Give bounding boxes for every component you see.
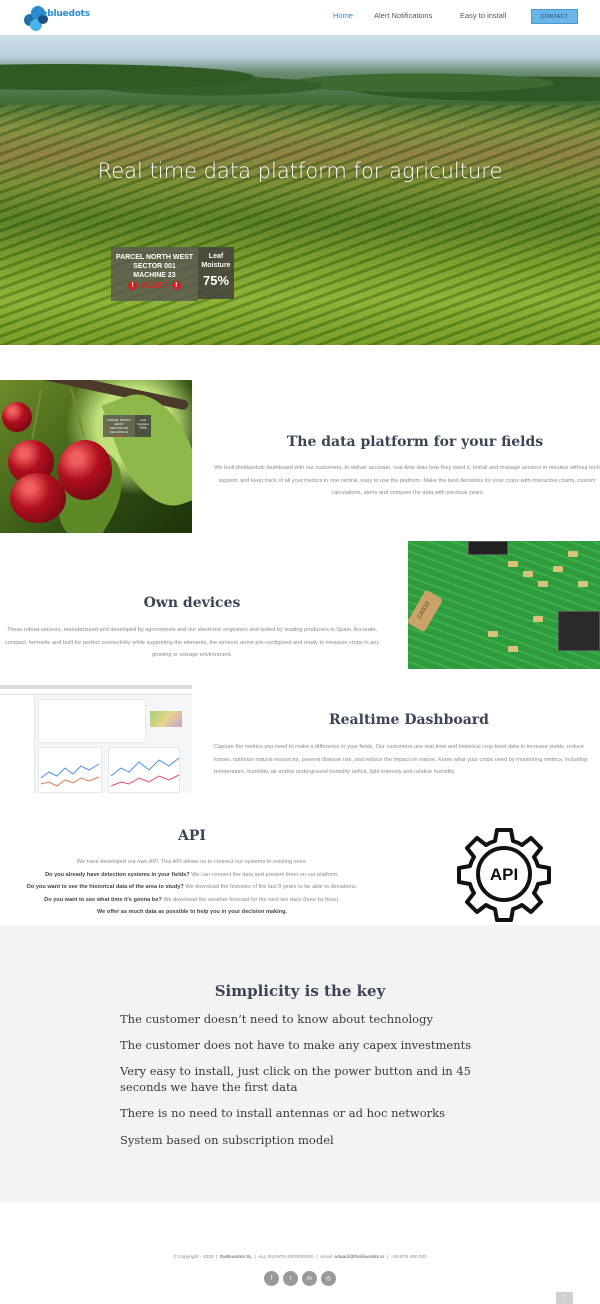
chip [468,541,508,555]
section-api-title: API [178,828,206,844]
mini-moisture-value: 75% [138,425,147,430]
chip-label: CAS10 [416,600,432,621]
footer-rights: ALL RIGHTS RESERVED [258,1255,314,1260]
pad [508,646,518,652]
site-header: thebluedots Home Alert Notifications Eas… [0,0,600,35]
api-line-text: We have developed our own API. This API … [76,859,308,865]
mini-alert-card: PARCEL NORTH WEST SECTOR 001 MACHINE 23 … [103,415,135,438]
api-gear-icon: API [457,828,551,922]
stem [70,387,85,437]
simplicity-title: Simplicity is the key [214,982,386,1000]
hero-trees [0,53,600,113]
chip [558,611,600,651]
footer-phone[interactable]: +34 678 450 030 [391,1255,427,1260]
pad [523,571,533,577]
nav-easy-to-install[interactable]: Easy to install [460,11,506,20]
section-devices-title: Own devices [143,595,241,611]
alert-warning-icon: ! [128,281,138,290]
alert-label: ALERT [141,281,168,290]
footer-copyright-text: © Copyright - 2020 [173,1255,214,1260]
pad [533,616,543,622]
dash-map [150,711,182,727]
api-gear-label: API [490,865,518,884]
hero-vineyard-rows [0,105,600,345]
alert-warning-icon: ! [171,281,181,290]
nav-alert-notifications[interactable]: Alert Notifications [374,11,432,20]
api-line: Do you want to see the historical data o… [0,881,384,894]
section-dashboard-text: Capture the metrics you need to make a d… [214,744,588,775]
scroll-to-top-button[interactable]: ^ [556,1292,573,1304]
api-line-bold: Do you want to see what time it's gonna … [44,896,162,903]
pad [553,566,563,572]
simplicity-section: Simplicity is the key The customer doesn… [0,925,600,1202]
dash-sidebar [0,695,35,793]
dash-card [38,699,146,743]
pad [488,631,498,637]
hero-alert-card: PARCEL NORTH WEST SECTOR 001 MACHINE 23 … [111,247,198,301]
moisture-label-moisture: Moisture [201,262,231,269]
dash-card [38,747,102,793]
capacitor: CAS10 [408,589,444,633]
api-line-text: We can connect the data and present them… [189,871,339,878]
alert-parcel: PARCEL NORTH WEST [115,254,194,261]
stem [31,389,42,440]
simplicity-item: Very easy to install, just click on the … [120,1064,471,1094]
api-line: We offer as much data as possible to hel… [0,906,384,919]
section-dashboard-title: Realtime Dashboard [329,712,489,728]
dash-card [108,747,180,793]
mini-alert-label: ALERT [114,434,124,438]
pad [568,551,578,557]
cherry [10,473,66,523]
simplicity-item: The customer does not have to make any c… [120,1038,472,1052]
api-line-bold: We offer as much data as possible to hel… [96,909,288,915]
alert-status-row: ! ALERT ! [111,281,198,290]
hero-banner: Real time data platform for agriculture … [0,35,600,345]
main-nav: Home Alert Notifications Easy to install… [0,0,600,35]
twitter-icon[interactable]: t [283,1271,298,1286]
linkedin-icon[interactable]: in [302,1271,317,1286]
api-line: Do you already have detection systems in… [0,869,384,882]
api-line-text: We download the histories of the last 8 … [183,884,358,890]
api-line: We have developed our own API. This API … [0,856,384,869]
hero-moisture-card: Leaf Moisture 75% [198,247,234,299]
footer-email-label: email: [320,1255,334,1260]
pad [538,581,548,587]
hero-title: Real time data platform for agriculture [97,159,503,183]
simplicity-item: System based on subscription model [120,1133,334,1147]
pad [508,561,518,567]
nav-home[interactable]: Home [333,11,353,20]
alert-sector: SECTOR 001 [133,263,176,270]
api-line-bold: Do you want to see the historical data o… [26,884,184,890]
api-line-bold: Do you already have detection systems in… [45,871,190,878]
dash-line-chart [40,763,100,787]
moisture-label-leaf: Leaf [208,253,224,260]
cherry [2,402,32,432]
pad [578,581,588,587]
instagram-icon[interactable]: ◎ [321,1271,336,1286]
social-links: f t in ◎ [264,1271,336,1286]
mini-alert-parcel: PARCEL NORTH WEST [107,418,131,426]
facebook-icon[interactable]: f [264,1271,279,1286]
dash-line-chart [110,757,180,787]
section-platform-text: We built thebluedots dashboard with our … [214,465,600,496]
circuit-board-image: CAS10 [408,541,600,669]
footer-company[interactable]: thebluedots SL [220,1255,252,1260]
alert-machine: MACHINE 23 [133,272,176,279]
section-platform-title: The data platform for your fields [286,434,544,450]
api-line: Do you want to see what time it's gonna … [0,894,384,907]
api-line-text: We download the weather forecast for the… [161,896,340,903]
section-devices-text: These robust sensors, manufactured and d… [4,627,380,658]
cherries-image: PARCEL NORTH WEST SECTOR 001 MACHINE 23 … [0,380,192,533]
cherry [58,440,112,500]
dashboard-screenshot-image [0,685,192,793]
footer-email-link[interactable]: eduard@thebluedots.io [334,1255,384,1260]
footer-copyright: © Copyright - 2020 | thebluedots SL | AL… [173,1255,427,1260]
mini-moisture-card: Leaf Moisture 75% [135,415,151,437]
simplicity-item: The customer doesn’t need to know about … [120,1012,433,1026]
moisture-value: 75% [202,273,230,288]
section-api-text: We have developed our own API. This API … [0,856,384,919]
simplicity-item: There is no need to install antennas or … [120,1106,446,1120]
contact-button[interactable]: CONTACT [531,9,578,24]
